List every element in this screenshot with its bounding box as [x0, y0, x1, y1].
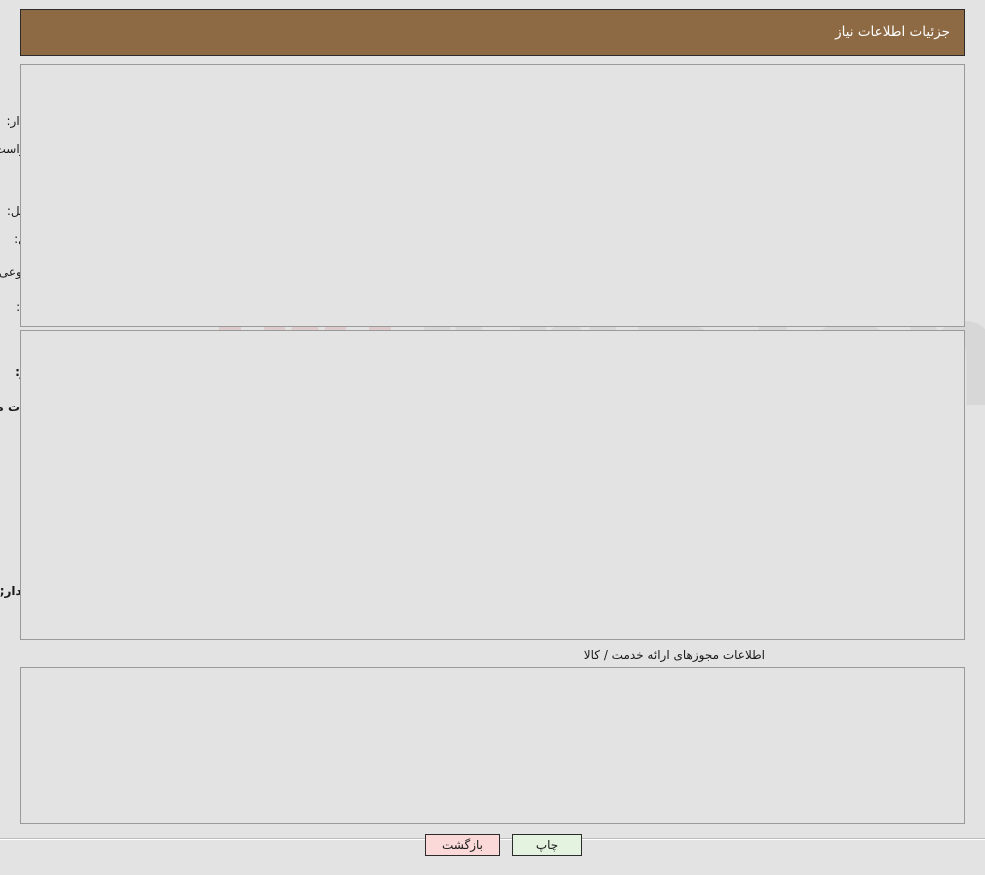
licenses-heading: اطلاعات مجوزهای ارائه خدمت / کالا	[583, 648, 765, 662]
window-title-bar: جزئیات اطلاعات نیاز	[20, 9, 965, 56]
print-button[interactable]: چاپ	[512, 834, 582, 856]
back-button[interactable]: بازگشت	[425, 834, 500, 856]
page-root: AriaTender.net جزئیات اطلاعات نیاز شماره…	[0, 0, 985, 875]
need-info-panel	[20, 64, 965, 327]
page-title: جزئیات اطلاعات نیاز	[835, 24, 950, 40]
need-details-panel	[20, 330, 965, 640]
licenses-panel	[20, 667, 965, 824]
